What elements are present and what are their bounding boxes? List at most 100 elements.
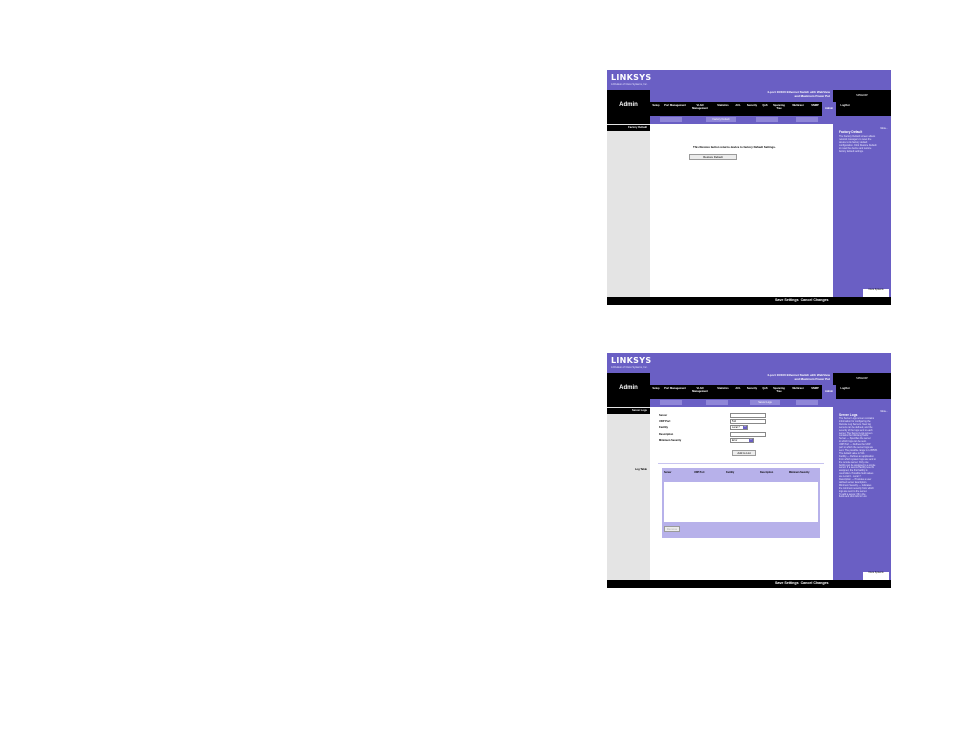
tab-setup[interactable]: Setup (651, 387, 661, 390)
tab-spanning-tree[interactable]: Spanning Tree (771, 104, 787, 110)
min-severity-label: Minimum Severity (659, 439, 682, 442)
tab-acl[interactable]: ACL (734, 104, 742, 107)
left-heading: Factory Default (607, 125, 650, 131)
main-content: This Restore button returns device to fa… (650, 124, 833, 297)
table-body (664, 482, 818, 522)
col-facility: Facility (726, 471, 735, 474)
tab-port-management[interactable]: Port Management (663, 387, 687, 390)
tab-statistics[interactable]: Statistics (714, 104, 732, 107)
description-input[interactable] (730, 432, 766, 437)
tab-multicast[interactable]: Multicast (789, 104, 807, 107)
facility-select[interactable]: Local 7 ▼ (730, 425, 748, 430)
server-input[interactable] (730, 413, 766, 418)
restore-default-button[interactable]: Restore Default (689, 154, 737, 160)
section-divider (658, 463, 824, 464)
chevron-down-icon: ▼ (743, 426, 747, 429)
product-title: 4-port 10/100 Ethernet Switch with WebVi… (767, 373, 830, 381)
tab-qos[interactable]: QoS (761, 104, 769, 107)
restore-message: This Restore button returns device to fa… (693, 145, 776, 149)
bottom-bar: Save Settings Cancel Changes (607, 580, 891, 588)
bottom-bar: Save Settings Cancel Changes (607, 297, 891, 305)
tab-admin[interactable]: Admin (822, 102, 836, 116)
tab-vlan-management[interactable]: VLAN Management (689, 387, 711, 393)
top-banner: LINKSYS A Division of Cisco Systems, Inc… (607, 70, 891, 90)
tab-vlan-management[interactable]: VLAN Management (689, 104, 711, 110)
help-text: The Server Logs screen contains informat… (839, 417, 878, 499)
model-block: SRW224P (833, 90, 891, 102)
server-logs-screenshot: LINKSYS A Division of Cisco Systems, Inc… (607, 353, 891, 588)
subtab-3[interactable] (756, 117, 778, 122)
min-severity-select[interactable]: Error ▼ (730, 438, 754, 443)
main-tabs: Setup Port Management VLAN Management St… (650, 102, 891, 116)
add-to-list-button[interactable]: Add to List (732, 450, 756, 456)
sub-tabs: Server Logs (650, 399, 833, 407)
tab-qos[interactable]: QoS (761, 387, 769, 390)
footer-actions: Save Settings Cancel Changes (775, 298, 829, 302)
help-text: The Factory Default screen allows networ… (839, 135, 877, 154)
save-settings-button[interactable]: Save Settings (775, 581, 799, 585)
model-name: SRW224P (856, 94, 868, 97)
subtab-4[interactable] (796, 400, 818, 405)
tab-security[interactable]: Security (744, 387, 760, 390)
section-header: Admin (607, 90, 650, 124)
help-title: Factory Default (839, 130, 863, 134)
logo-tagline: A Division of Cisco Systems, Inc. (611, 366, 648, 369)
help-panel: More... Server Logs The Server Logs scre… (836, 407, 891, 580)
section-header: Admin (607, 373, 650, 407)
tab-setup[interactable]: Setup (651, 104, 661, 107)
product-bar: 4-port 10/100 Ethernet Switch with WebVi… (650, 90, 833, 102)
log-table-label: Log Table (634, 468, 647, 471)
col-udp-port: UDP Port (694, 471, 705, 474)
factory-default-screenshot: LINKSYS A Division of Cisco Systems, Inc… (607, 70, 891, 305)
sub-tabs: Factory Default (650, 116, 833, 124)
tab-spanning-tree[interactable]: Spanning Tree (771, 387, 787, 393)
left-column: Factory Default (607, 124, 650, 297)
help-more-link[interactable]: More... (881, 127, 888, 130)
top-banner: LINKSYS A Division of Cisco Systems, Inc… (607, 353, 891, 373)
server-label: Server (659, 414, 668, 417)
cancel-changes-button[interactable]: Cancel Changes (801, 298, 829, 302)
tab-snmp[interactable]: SNMP (809, 387, 821, 390)
subtab-2[interactable] (706, 400, 728, 405)
linksys-logo: LINKSYS (611, 356, 652, 365)
tab-acl[interactable]: ACL (734, 387, 742, 390)
section-title: Admin (619, 385, 638, 391)
help-panel: More... Factory Default The Factory Defa… (836, 124, 891, 297)
tab-logout[interactable]: LogOut (838, 104, 852, 107)
description-label: Description (659, 433, 674, 436)
subtab-4[interactable] (796, 117, 818, 122)
left-heading: Server Logs (607, 408, 650, 414)
subtab-1[interactable] (660, 400, 682, 405)
col-min-severity: Minimum Severity (789, 471, 810, 474)
udp-port-label: UDP Port (659, 420, 671, 423)
subtab-factory-default[interactable]: Factory Default (706, 117, 736, 122)
udp-port-input[interactable]: 514 (730, 419, 766, 424)
tab-snmp[interactable]: SNMP (809, 104, 821, 107)
main-content: Server UDP Port 514 Facility Local 7 ▼ D… (650, 407, 833, 580)
tab-security[interactable]: Security (744, 104, 760, 107)
product-title: 4-port 10/100 Ethernet Switch with WebVi… (767, 90, 830, 98)
linksys-logo: LINKSYS (611, 73, 652, 82)
logo-tagline: A Division of Cisco Systems, Inc. (611, 83, 648, 86)
facility-label: Facility (659, 426, 668, 429)
log-table: Server UDP Port Facility Description Min… (662, 468, 820, 538)
col-description: Description (760, 471, 774, 474)
tab-port-management[interactable]: Port Management (663, 104, 687, 107)
col-server: Server (664, 471, 672, 474)
subtab-server-logs[interactable]: Server Logs (750, 400, 780, 405)
tab-multicast[interactable]: Multicast (789, 387, 807, 390)
section-title: Admin (619, 102, 638, 108)
left-column: Server Logs Log Table (607, 407, 650, 580)
cancel-changes-button[interactable]: Cancel Changes (801, 581, 829, 585)
model-block: SRW224P (833, 373, 891, 385)
main-tabs: Setup Port Management VLAN Management St… (650, 385, 891, 399)
subtab-1[interactable] (660, 117, 682, 122)
help-more-link[interactable]: More... (881, 410, 888, 413)
tab-admin[interactable]: Admin (822, 385, 836, 399)
chevron-down-icon: ▼ (749, 439, 753, 442)
save-settings-button[interactable]: Save Settings (775, 298, 799, 302)
remove-button[interactable]: Remove (664, 526, 680, 532)
tab-statistics[interactable]: Statistics (714, 387, 732, 390)
tab-logout[interactable]: LogOut (838, 387, 852, 390)
model-name: SRW224P (856, 377, 868, 380)
